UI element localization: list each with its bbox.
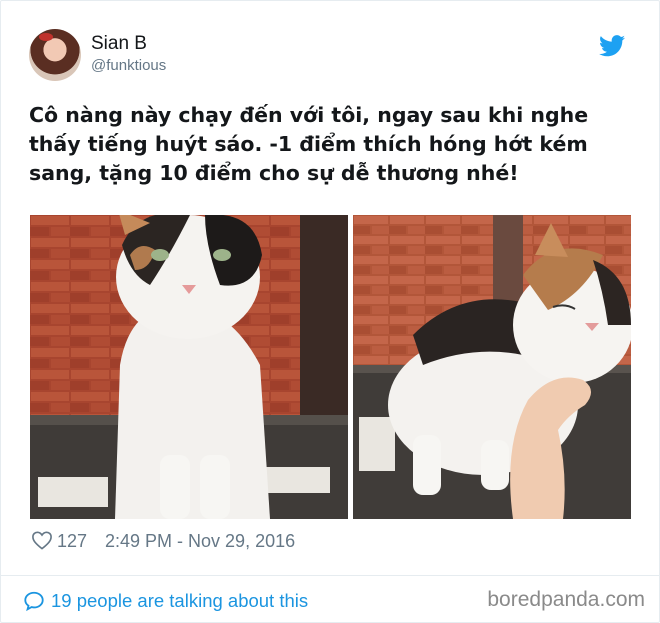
tweet-footer: 19 people are talking about this boredpa… <box>23 587 645 617</box>
tweet-photo-right[interactable] <box>353 215 631 519</box>
tweet-card: Sian B @funktious Cô nàng này chạy đến v… <box>0 0 660 623</box>
speech-bubble-icon[interactable] <box>23 590 45 612</box>
talking-about-link[interactable]: 19 people are talking about this <box>51 590 308 612</box>
author-name[interactable]: Sian B <box>91 33 147 55</box>
footer-divider <box>1 575 659 576</box>
heart-icon[interactable] <box>31 530 53 550</box>
tweet-timestamp[interactable]: 2:49 PM - Nov 29, 2016 <box>105 531 295 552</box>
watermark-text: boredpanda.com <box>487 588 645 611</box>
author-handle[interactable]: @funktious <box>91 57 166 74</box>
avatar-hair-accent <box>39 33 53 41</box>
tweet-photo-left[interactable] <box>30 215 348 519</box>
tweet-header: Sian B @funktious <box>29 29 631 85</box>
like-count[interactable]: 127 <box>57 531 87 552</box>
twitter-bird-icon[interactable] <box>599 35 625 57</box>
avatar[interactable] <box>29 29 81 81</box>
tweet-text: Cô nàng này chạy đến với tôi, ngay sau k… <box>29 103 589 185</box>
